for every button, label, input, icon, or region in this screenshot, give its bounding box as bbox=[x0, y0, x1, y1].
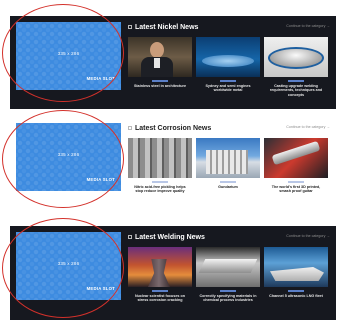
continue-category-link[interactable]: Continue to the category → bbox=[286, 234, 330, 238]
continue-category-link[interactable]: Continue to the category → bbox=[286, 24, 330, 28]
category-tag bbox=[220, 290, 236, 292]
category-tag bbox=[220, 181, 236, 183]
category-tag bbox=[288, 290, 304, 292]
section-title: Latest Corrosion News bbox=[128, 123, 211, 133]
media-slot[interactable]: 335 x 286 MEDIA SLOT bbox=[16, 232, 121, 300]
news-card[interactable]: Gundarium bbox=[196, 138, 260, 194]
category-tag bbox=[220, 80, 236, 82]
news-caption[interactable]: Channel 5 ultrasonic LNG fleet bbox=[264, 294, 328, 299]
category-tag bbox=[152, 290, 168, 292]
section-marker-icon bbox=[128, 235, 132, 239]
corrosion-news-section: 335 x 286 MEDIA SLOT Latest Corrosion Ne… bbox=[10, 117, 336, 210]
section-title-text: Latest Corrosion News bbox=[135, 124, 212, 132]
news-cards: Stainless steel in architecture Sydney a… bbox=[128, 37, 328, 97]
section-title-text: Latest Nickel News bbox=[135, 23, 199, 31]
news-caption[interactable]: The world's first 3D printed, smash proo… bbox=[264, 185, 328, 194]
news-card[interactable]: Stainless steel in architecture bbox=[128, 37, 192, 97]
news-thumbnail[interactable] bbox=[196, 138, 260, 178]
section-title: Latest Nickel News bbox=[128, 22, 198, 32]
news-caption[interactable]: Nitric acid-free pickling helps stop red… bbox=[128, 185, 192, 194]
news-thumbnail[interactable] bbox=[264, 247, 328, 287]
section-title: Latest Welding News bbox=[128, 232, 205, 242]
news-card[interactable]: Channel 5 ultrasonic LNG fleet bbox=[264, 247, 328, 303]
news-card[interactable]: Nitric acid-free pickling helps stop red… bbox=[128, 138, 192, 194]
news-thumbnail[interactable] bbox=[128, 37, 192, 77]
section-marker-icon bbox=[128, 25, 132, 29]
category-tag bbox=[152, 181, 168, 183]
continue-category-link[interactable]: Continue to the category → bbox=[286, 125, 330, 129]
media-slot-label: MEDIA SLOT bbox=[86, 76, 115, 81]
news-thumbnail[interactable] bbox=[128, 247, 192, 287]
category-tag bbox=[288, 181, 304, 183]
news-caption[interactable]: Casting upgrade welding requirements, te… bbox=[264, 84, 328, 98]
news-card[interactable]: Nuclear scientist focuses on stress corr… bbox=[128, 247, 192, 303]
media-slot[interactable]: 335 x 286 MEDIA SLOT bbox=[16, 22, 121, 90]
media-slot-size: 335 x 286 bbox=[57, 152, 80, 157]
media-slot-size: 335 x 286 bbox=[57, 51, 80, 56]
section-marker-icon bbox=[128, 126, 132, 130]
news-cards: Nuclear scientist focuses on stress corr… bbox=[128, 247, 328, 303]
news-caption[interactable]: Nuclear scientist focuses on stress corr… bbox=[128, 294, 192, 303]
category-tag bbox=[152, 80, 168, 82]
welding-news-section: 335 x 286 MEDIA SLOT Latest Welding News… bbox=[10, 226, 336, 320]
news-card[interactable]: Casting upgrade welding requirements, te… bbox=[264, 37, 328, 97]
news-thumbnail[interactable] bbox=[196, 247, 260, 287]
news-thumbnail[interactable] bbox=[264, 138, 328, 178]
media-slot-label: MEDIA SLOT bbox=[86, 177, 115, 182]
news-card[interactable]: The world's first 3D printed, smash proo… bbox=[264, 138, 328, 194]
news-cards: Nitric acid-free pickling helps stop red… bbox=[128, 138, 328, 194]
news-caption[interactable]: Correctly specifying materials in chemic… bbox=[196, 294, 260, 303]
media-slot[interactable]: 335 x 286 MEDIA SLOT bbox=[16, 123, 121, 191]
news-caption[interactable]: Sydney and semi engines worldwide metal bbox=[196, 84, 260, 93]
news-thumbnail[interactable] bbox=[264, 37, 328, 77]
media-slot-label: MEDIA SLOT bbox=[86, 286, 115, 291]
news-caption[interactable]: Gundarium bbox=[196, 185, 260, 190]
media-slot-size: 335 x 286 bbox=[57, 261, 80, 266]
category-tag bbox=[288, 80, 304, 82]
section-title-text: Latest Welding News bbox=[135, 233, 205, 241]
nickel-news-section: 335 x 286 MEDIA SLOT Latest Nickel News … bbox=[10, 16, 336, 109]
news-card[interactable]: Sydney and semi engines worldwide metal bbox=[196, 37, 260, 97]
news-thumbnail[interactable] bbox=[128, 138, 192, 178]
news-card[interactable]: Correctly specifying materials in chemic… bbox=[196, 247, 260, 303]
news-thumbnail[interactable] bbox=[196, 37, 260, 77]
news-caption[interactable]: Stainless steel in architecture bbox=[128, 84, 192, 89]
